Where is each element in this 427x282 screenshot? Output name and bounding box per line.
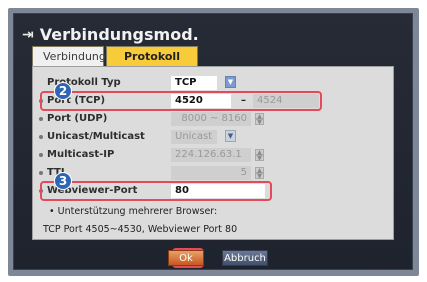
bullet-dot <box>39 135 43 139</box>
multicast-ip-input: 224.126.63.1 <box>171 148 251 162</box>
port-tcp-input[interactable]: 4520 <box>171 94 231 108</box>
bullet-dot <box>39 171 43 175</box>
bullet-dot <box>39 153 43 157</box>
protocol-type-select[interactable]: TCP <box>171 76 217 90</box>
port-udp-value: 8000 ~ 8160 <box>171 112 251 126</box>
tab-bar: Verbindung Protokoll <box>32 46 198 66</box>
tab-protokoll[interactable]: Protokoll <box>106 46 198 66</box>
bullet-dot <box>39 117 43 121</box>
multicast-ip-label: Multicast-IP <box>47 149 115 160</box>
row-webviewer-port: Webviewer-Port 80 <box>33 183 393 199</box>
ok-button[interactable]: Ok <box>168 250 204 266</box>
row-multicast-ip: Multicast-IP 224.126.63.1 ▲ ▼ <box>33 147 393 163</box>
row-unicast-multicast: Unicast/Multicast Unicast ▼ <box>33 129 393 145</box>
dialog-title: ⇥ Verbindungsmod. <box>22 22 199 48</box>
callout-badge-2: 2 <box>54 82 72 100</box>
row-port-udp: Port (UDP) 8000 ~ 8160 ▲ ▼ <box>33 111 393 127</box>
cancel-button[interactable]: Abbruch <box>222 250 268 266</box>
webviewer-port-input[interactable]: 80 <box>171 184 265 198</box>
port-tcp-range-end: 4524 <box>253 94 319 108</box>
unicast-multicast-label: Unicast/Multicast <box>47 131 145 142</box>
row-protocol-type: Protokoll Typ TCP ▼ <box>33 75 393 91</box>
multicast-ip-spinner: ▲ ▼ <box>255 149 264 162</box>
bullet-dot <box>39 189 43 193</box>
ttl-spinner: ▲ ▼ <box>255 167 264 180</box>
chevron-down-icon[interactable]: ▼ <box>225 76 236 88</box>
row-ttl: TTL 5 ▲▼ <box>33 165 393 181</box>
port-range-separator: – <box>241 95 246 106</box>
chevron-down-icon: ▼ <box>225 130 236 142</box>
port-udp-label: Port (UDP) <box>47 113 108 124</box>
browser-support-note: • Unterstützung mehrerer Browser: <box>49 206 218 217</box>
settings-panel: Protokoll Typ TCP ▼ Port (TCP) 4520 – 45… <box>32 66 394 240</box>
login-icon: ⇥ <box>22 27 34 43</box>
row-port-tcp: Port (TCP) 4520 – 4524 <box>33 93 393 109</box>
bullet-dot <box>39 99 43 103</box>
port-udp-spinner: ▲ ▼ <box>255 113 264 126</box>
unicast-multicast-select: Unicast <box>171 130 217 144</box>
port-range-note: TCP Port 4505~4530, Webviewer Port 80 <box>43 224 238 235</box>
callout-badge-3: 3 <box>54 172 72 190</box>
tab-verbindung[interactable]: Verbindung <box>32 46 106 66</box>
dialog-title-text: Verbindungsmod. <box>39 25 199 44</box>
ttl-input: 5 <box>171 166 251 180</box>
